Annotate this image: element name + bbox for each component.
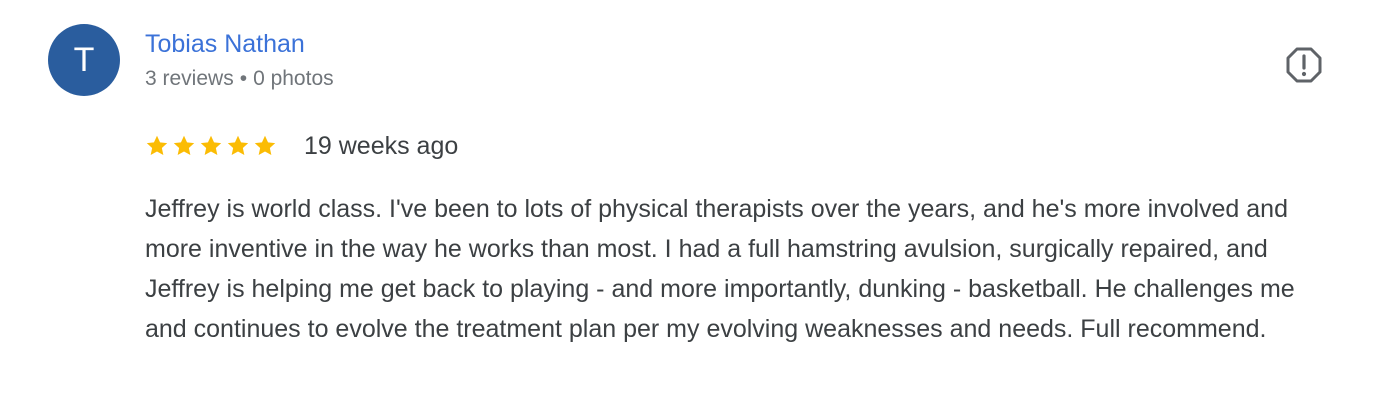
review-count: 3 reviews xyxy=(145,67,234,90)
review-card: T Tobias Nathan 3 reviews • 0 photos 19 we… xyxy=(0,0,1400,404)
review-time: 19 weeks ago xyxy=(304,132,459,160)
avatar[interactable]: T xyxy=(48,24,120,96)
star-rating xyxy=(145,133,277,159)
meta-separator: • xyxy=(239,67,248,90)
star-icon xyxy=(146,135,168,156)
avatar-initial: T xyxy=(73,41,95,79)
star-icon xyxy=(254,135,276,156)
author-name-link[interactable]: Tobias Nathan xyxy=(145,29,305,59)
report-icon xyxy=(1286,47,1322,83)
author-meta: 3 reviews • 0 photos xyxy=(145,66,334,92)
rating-row: 19 weeks ago xyxy=(145,130,458,162)
review-text: Jeffrey is world class. I've been to lot… xyxy=(145,195,1295,343)
star-icon xyxy=(200,135,222,156)
star-icon xyxy=(227,135,249,156)
report-button[interactable] xyxy=(1284,45,1324,85)
photo-count: 0 photos xyxy=(253,67,334,90)
star-icon xyxy=(173,135,195,156)
